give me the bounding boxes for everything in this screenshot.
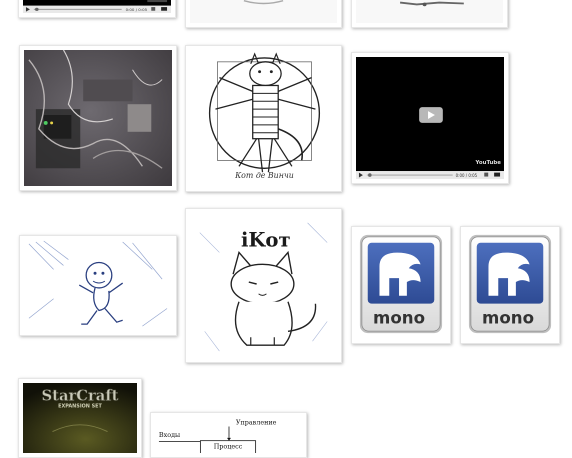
sketch-vitruvian-cat[interactable]: Кот де Винчи <box>185 45 342 192</box>
sketch-ikot-cat[interactable]: iKот <box>185 208 342 363</box>
video-thumb-youtube[interactable]: YouTube 0:00 / 0:05 <box>351 52 509 184</box>
volume-icon <box>151 7 156 11</box>
video-time: 0:00 / 0:05 <box>456 173 478 178</box>
video-player: YouTube 0:00 / 0:05 <box>356 57 504 179</box>
mono-logo-thumb-2[interactable]: mono <box>460 226 560 344</box>
sketch-image <box>24 240 172 331</box>
youtube-logo: YouTube <box>474 160 501 166</box>
video-thumb-top[interactable]: 0:00 / 0:05 <box>18 0 176 18</box>
fullscreen-icon <box>494 172 501 177</box>
sketch-caption: iKот <box>241 228 291 251</box>
sketch-caption: Кот де Винчи <box>234 171 294 180</box>
mono-label: mono <box>373 308 425 327</box>
photo-electronics-desk[interactable] <box>19 45 177 191</box>
mono-label: mono <box>482 308 534 327</box>
starcraft-cover-thumb[interactable]: StarCraft EXPANSION SET <box>18 378 142 458</box>
diagram-label-process: Процесс <box>214 443 243 450</box>
image-thumb-top-middle[interactable] <box>185 0 342 28</box>
process-diagram-thumb[interactable]: Управление Входы Процесс <box>150 412 307 458</box>
sketch-running-character[interactable] <box>19 235 177 336</box>
cover-subtitle: EXPANSION SET <box>58 403 102 409</box>
video-player: 0:00 / 0:05 <box>23 0 171 13</box>
photo-image <box>356 0 503 23</box>
volume-icon <box>484 172 489 177</box>
video-time: 0:00 / 0:05 <box>126 7 148 12</box>
mono-logo-image: mono <box>468 234 552 334</box>
sketch-image: Кот де Винчи <box>190 50 337 187</box>
photo-image <box>190 0 337 23</box>
image-thumb-top-right[interactable] <box>351 0 508 28</box>
diagram-label-control: Управление <box>236 420 277 427</box>
diagram-label-inputs: Входы <box>159 432 180 439</box>
mono-logo-image: mono <box>359 234 443 334</box>
sketch-image: iKот <box>190 213 337 358</box>
starcraft-cover-image: StarCraft EXPANSION SET <box>23 383 137 453</box>
fullscreen-icon <box>161 7 168 11</box>
cover-title: StarCraft <box>42 388 119 405</box>
photo-image <box>24 50 172 186</box>
mono-logo-thumb-1[interactable]: mono <box>351 226 451 344</box>
